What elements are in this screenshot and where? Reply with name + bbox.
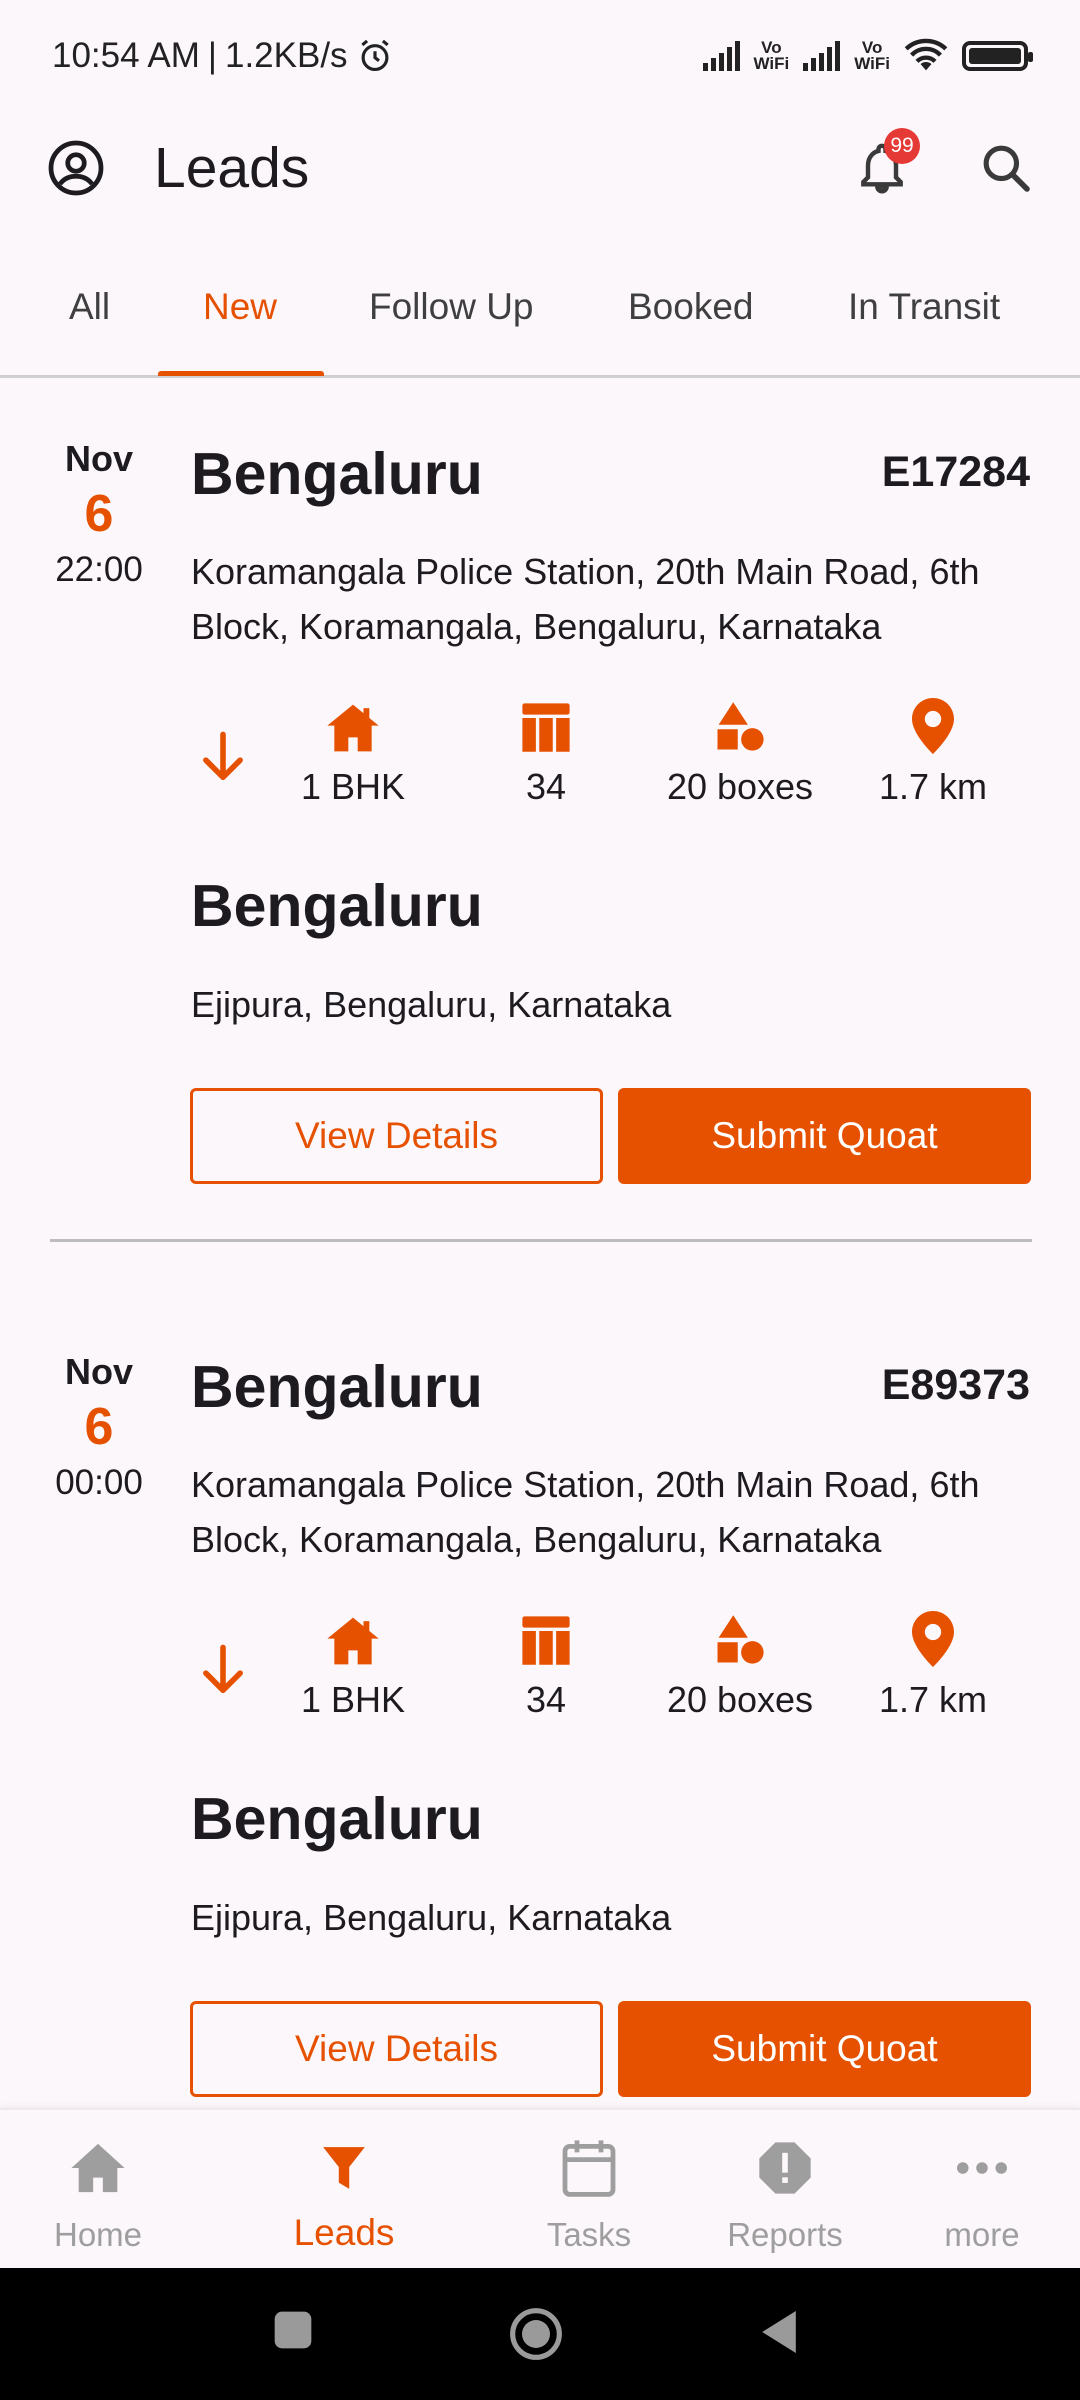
more-icon (957, 2162, 1007, 2174)
alert-icon (759, 2142, 811, 2194)
furniture-icon (522, 703, 570, 752)
boxes-count: 20 boxes (666, 766, 814, 807)
status-right: Vo WiFi Vo WiFi (702, 38, 1033, 74)
search-icon[interactable] (978, 140, 1034, 196)
lead-date: Nov 6 22:00 (40, 438, 158, 590)
distance: 1.7 km (878, 766, 988, 807)
nav-more-label: more (944, 2216, 1020, 2253)
recents-icon[interactable] (271, 2308, 315, 2352)
shapes-icon (717, 702, 764, 751)
lead-month: Nov (64, 438, 133, 479)
bottom-navigation: Home Leads Tasks Reports more (0, 2108, 1080, 2268)
wifi-label: WiFi (753, 54, 790, 73)
tab-in-transit[interactable]: In Transit (848, 286, 1000, 328)
tab-booked[interactable]: Booked (628, 286, 754, 328)
filter-icon (323, 2147, 365, 2189)
view-details-button[interactable]: View Details (190, 2001, 603, 2097)
status-bar: 10:54 AM | 1.2KB/s Vo WiFi Vo WiFi (0, 0, 1080, 112)
card-divider (50, 1239, 1032, 1242)
wifi-label: WiFi (854, 54, 890, 73)
submit-quote-button[interactable]: Submit Quoat (618, 2001, 1031, 2097)
alarm-icon (360, 39, 389, 72)
destination-address: Ejipura, Bengaluru, Karnataka (191, 1897, 672, 1938)
status-separator: | (207, 36, 217, 75)
system-navigation-bar (0, 2268, 1080, 2400)
back-icon[interactable] (758, 2306, 800, 2358)
signal-icon (803, 41, 841, 71)
lead-id: E17284 (881, 448, 1030, 496)
house-type: 1 BHK (300, 766, 406, 807)
distance-stat: 1.7 km (838, 1611, 1028, 1721)
vowifi-icon: Vo WiFi (753, 39, 790, 73)
tab-all[interactable]: All (69, 286, 110, 328)
active-tab-indicator (158, 371, 324, 376)
tab-new[interactable]: New (203, 286, 277, 328)
origin-address: Koramangala Police Station, 20th Main Ro… (191, 1464, 980, 1560)
nav-home[interactable]: Home (0, 2138, 196, 2254)
notification-badge: 99 (884, 128, 920, 164)
view-details-button[interactable]: View Details (190, 1088, 603, 1184)
house-type: 1 BHK (300, 1679, 406, 1720)
origin-city: Bengaluru (191, 1354, 483, 1420)
lead-date: Nov 6 00:00 (40, 1351, 158, 1503)
nav-leads-label: Leads (293, 2212, 395, 2253)
home-icon (71, 2143, 125, 2193)
lead-day: 6 (84, 485, 114, 543)
nav-home-label: Home (53, 2216, 143, 2253)
nav-leads[interactable]: Leads (246, 2138, 442, 2254)
origin-city: Bengaluru (191, 441, 483, 507)
house-icon (327, 1617, 379, 1665)
lead-time: 22:00 (55, 550, 143, 589)
lead-month: Nov (64, 1351, 133, 1392)
network-speed: 1.2KB/s (224, 36, 348, 75)
destination-address: Ejipura, Bengaluru, Karnataka (191, 984, 672, 1025)
boxes-count: 20 boxes (666, 1679, 814, 1720)
signal-icon (702, 41, 740, 71)
location-pin-icon (912, 698, 954, 754)
status-left: 10:54 AM | 1.2KB/s (52, 36, 394, 76)
lead-day: 6 (84, 1398, 114, 1456)
arrow-down-icon (203, 1644, 243, 1694)
items-stat: 34 (451, 698, 641, 808)
boxes-stat: 20 boxes (645, 698, 835, 808)
distance: 1.7 km (878, 1679, 988, 1720)
page-title: Leads (154, 136, 310, 200)
calendar-icon (562, 2140, 616, 2197)
wifi-icon (904, 38, 948, 71)
notifications-button[interactable]: 99 (846, 128, 920, 204)
origin-address: Koramangala Police Station, 20th Main Ro… (191, 551, 980, 647)
nav-reports-label: Reports (727, 2216, 843, 2253)
nav-more[interactable]: more (884, 2138, 1080, 2254)
items-count: 34 (525, 1679, 567, 1720)
destination-city: Bengaluru (191, 873, 483, 939)
battery-icon (962, 41, 1033, 71)
lead-status-tabs: All New Follow Up Booked In Transit (0, 256, 1080, 378)
boxes-stat: 20 boxes (645, 1611, 835, 1721)
furniture-icon (522, 1616, 570, 1665)
tab-follow-up[interactable]: Follow Up (369, 286, 534, 328)
lead-id: E89373 (881, 1361, 1030, 1409)
location-pin-icon (912, 1611, 954, 1667)
house-type-stat: 1 BHK (258, 698, 448, 808)
lead-time: 00:00 (55, 1463, 143, 1502)
vowifi-icon: Vo WiFi (854, 39, 890, 73)
arrow-down-icon (203, 731, 243, 781)
items-count: 34 (525, 766, 567, 807)
shapes-icon (717, 1615, 764, 1664)
items-stat: 34 (451, 1611, 641, 1721)
status-time: 10:54 AM (52, 36, 200, 75)
house-icon (327, 704, 379, 752)
nav-reports[interactable]: Reports (687, 2138, 883, 2254)
nav-tasks[interactable]: Tasks (491, 2138, 687, 2254)
distance-stat: 1.7 km (838, 698, 1028, 808)
nav-tasks-label: Tasks (546, 2216, 632, 2253)
app-bar: Leads 99 (0, 112, 1080, 224)
home-button-icon[interactable] (508, 2306, 564, 2362)
destination-city: Bengaluru (191, 1786, 483, 1852)
house-type-stat: 1 BHK (258, 1611, 448, 1721)
account-icon[interactable] (46, 138, 106, 198)
submit-quote-button[interactable]: Submit Quoat (618, 1088, 1031, 1184)
